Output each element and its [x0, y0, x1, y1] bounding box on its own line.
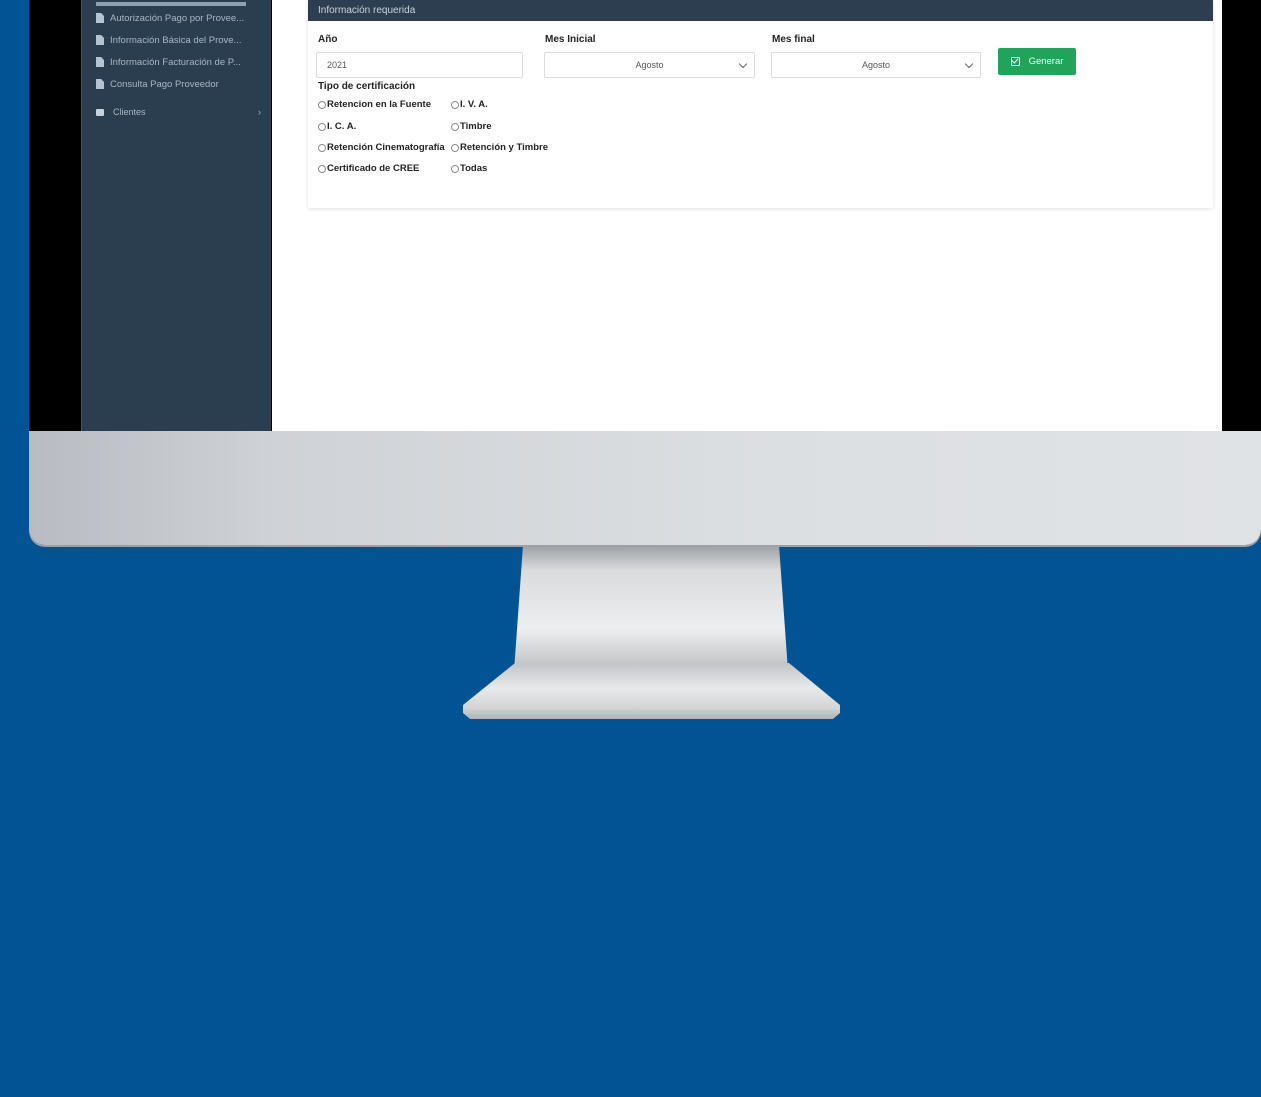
mes-inicial-label: Mes Inicial: [545, 34, 596, 45]
sidebar-item-cut[interactable]: [82, 0, 271, 7]
year-label: Año: [318, 34, 338, 45]
radio-todas[interactable]: Todas: [451, 163, 487, 174]
sidebar-item-label: Información Facturación de P...: [110, 56, 241, 68]
sidebar: Autorización Pago por Provee... Informac…: [81, 0, 271, 431]
sidebar-item-label: Autorización Pago por Provee...: [110, 12, 245, 24]
sidebar-item-label: Información Básica del Prove...: [110, 34, 242, 46]
radio-label: Retención Cinematografía: [327, 142, 445, 153]
mes-final-value: Agosto: [861, 60, 891, 70]
radio-retencion-fuente[interactable]: Retencion en la Fuente: [318, 99, 431, 110]
monitor-chin: [29, 431, 1261, 545]
info-panel: Información requerida Año 2021 Mes Inici…: [308, 0, 1213, 208]
radio-circle[interactable]: [318, 164, 326, 173]
radio-label: Todas: [460, 163, 488, 174]
generar-button[interactable]: Generar: [998, 48, 1076, 75]
radio-certificado-cree[interactable]: Certificado de CREE: [318, 163, 419, 174]
mes-inicial-select[interactable]: Agosto: [544, 52, 755, 78]
sidebar-item-informacion-basica[interactable]: Información Básica del Prove...: [82, 29, 271, 51]
chevron-right-icon: ›: [258, 107, 261, 117]
chevron-down-icon: [964, 59, 974, 69]
generar-button-label: Generar: [1028, 56, 1064, 67]
chevron-down-icon: [738, 59, 748, 69]
radio-label: I. C. A.: [327, 121, 357, 132]
mes-final-select[interactable]: Agosto: [771, 52, 981, 78]
folder-icon: [96, 108, 104, 116]
sidebar-item-informacion-facturacion[interactable]: Información Facturación de P...: [82, 51, 271, 73]
document-icon: [96, 79, 104, 89]
radio-circle[interactable]: [318, 122, 326, 131]
monitor-stand-base: [463, 663, 840, 719]
sidebar-item-label: Clientes: [113, 107, 146, 117]
radio-ica[interactable]: I. C. A.: [318, 121, 356, 132]
check-square-icon: [1010, 57, 1020, 66]
radio-circle[interactable]: [451, 143, 459, 152]
panel-header: Información requerida: [308, 0, 1213, 21]
sidebar-item-consulta-pago[interactable]: Consulta Pago Proveedor: [82, 73, 271, 95]
radio-timbre[interactable]: Timbre: [451, 121, 492, 132]
radio-label: Retencion en la Fuente: [327, 99, 431, 110]
sidebar-item-clientes[interactable]: Clientes ›: [82, 101, 271, 123]
mes-final-label: Mes final: [772, 34, 815, 45]
document-icon: [96, 57, 104, 67]
document-icon: [96, 35, 104, 45]
mes-inicial-value: Agosto: [635, 60, 664, 70]
tipo-certificacion-label: Tipo de certificación: [318, 81, 416, 92]
monitor-screen: Autorización Pago por Provee... Informac…: [29, 0, 1261, 431]
sidebar-item-cut-bar: [96, 2, 246, 6]
radio-label: Retención y Timbre: [460, 142, 548, 153]
radio-iva[interactable]: I. V. A.: [451, 99, 488, 110]
radio-circle[interactable]: [451, 100, 459, 109]
radio-circle[interactable]: [318, 143, 326, 152]
radio-label: Timbre: [460, 121, 492, 132]
radio-label: Certificado de CREE: [327, 163, 420, 174]
document-icon: [96, 13, 104, 23]
radio-circle[interactable]: [451, 164, 459, 173]
main-content: Información requerida Año 2021 Mes Inici…: [272, 0, 1222, 431]
year-input[interactable]: 2021: [316, 52, 523, 78]
radio-retencion-timbre[interactable]: Retención y Timbre: [451, 142, 548, 153]
radio-retencion-cinematografia[interactable]: Retención Cinematografía: [318, 142, 445, 153]
radio-circle[interactable]: [451, 122, 459, 131]
radio-label: I. V. A.: [460, 99, 488, 110]
radio-circle[interactable]: [318, 100, 326, 109]
sidebar-item-autorizacion-pago[interactable]: Autorización Pago por Provee...: [82, 7, 271, 29]
sidebar-item-label: Consulta Pago Proveedor: [110, 78, 219, 90]
